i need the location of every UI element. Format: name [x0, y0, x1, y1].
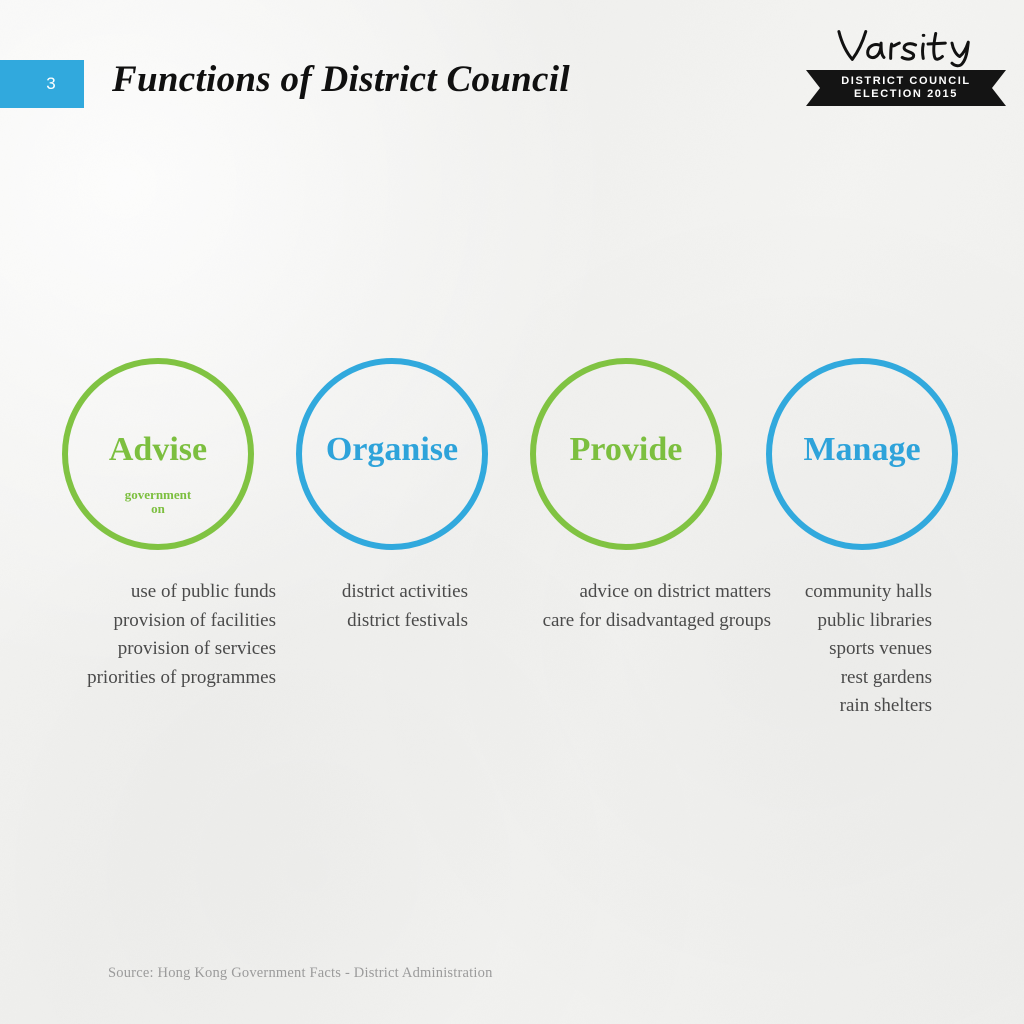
list-item: priorities of programmes: [87, 666, 276, 688]
detail-list-provide: advice on district matters care for disa…: [543, 578, 771, 635]
detail-list-manage: community halls public libraries sports …: [805, 578, 932, 721]
function-circle-subtext-line2: on: [151, 501, 165, 517]
function-circle-manage: Manage: [766, 358, 958, 550]
list-item: district festivals: [347, 609, 468, 631]
list-item: district activities: [341, 581, 468, 602]
function-circle-organise: Organise: [296, 358, 488, 550]
list-item: provision of facilities: [113, 609, 276, 631]
detail-list-advise: use of public funds provision of facilit…: [87, 578, 276, 692]
list-item: advice on district matters: [579, 581, 771, 602]
function-circle-subtext-line1: government: [124, 487, 192, 502]
function-circle-label: Advise: [108, 431, 208, 468]
ribbon-line-1: DISTRICT COUNCIL: [841, 74, 971, 87]
list-item: use of public funds: [130, 581, 276, 602]
slide-number-badge: 3: [0, 60, 84, 108]
function-circle-label: Organise: [325, 431, 459, 468]
function-circle-provide: Provide: [530, 358, 722, 550]
list-item: rest gardens: [840, 666, 932, 688]
list-item: provision of services: [117, 638, 276, 660]
list-item: care for disadvantaged groups: [542, 609, 771, 631]
election-ribbon-banner: DISTRICT COUNCIL ELECTION 2015: [806, 70, 1006, 106]
list-item: community halls: [804, 581, 932, 602]
function-circle-label: Manage: [803, 431, 921, 468]
functions-detail-lists: use of public funds provision of facilit…: [0, 578, 1024, 738]
function-circle-subtext: government on: [68, 487, 248, 517]
slide-header: 3 Functions of District Council DISTRICT…: [0, 0, 1024, 135]
page-title: Functions of District Council: [112, 59, 570, 100]
functions-circle-row: Advise government on Organise Provide Ma…: [0, 358, 1024, 558]
list-item: public libraries: [817, 609, 933, 631]
function-circle-label: Provide: [569, 431, 683, 468]
varsity-logo-block: DISTRICT COUNCIL ELECTION 2015: [806, 22, 1006, 106]
list-item: rain shelters: [839, 695, 932, 717]
ribbon-line-2: ELECTION 2015: [854, 88, 958, 100]
detail-list-organise: district activities district festivals: [342, 578, 468, 635]
varsity-wordmark-icon: [837, 30, 970, 68]
source-citation: Source: Hong Kong Government Facts - Dis…: [108, 965, 493, 981]
list-item: sports venues: [829, 638, 932, 660]
function-circle-advise: Advise government on: [62, 358, 254, 550]
slide-number-label: 3: [46, 74, 56, 93]
